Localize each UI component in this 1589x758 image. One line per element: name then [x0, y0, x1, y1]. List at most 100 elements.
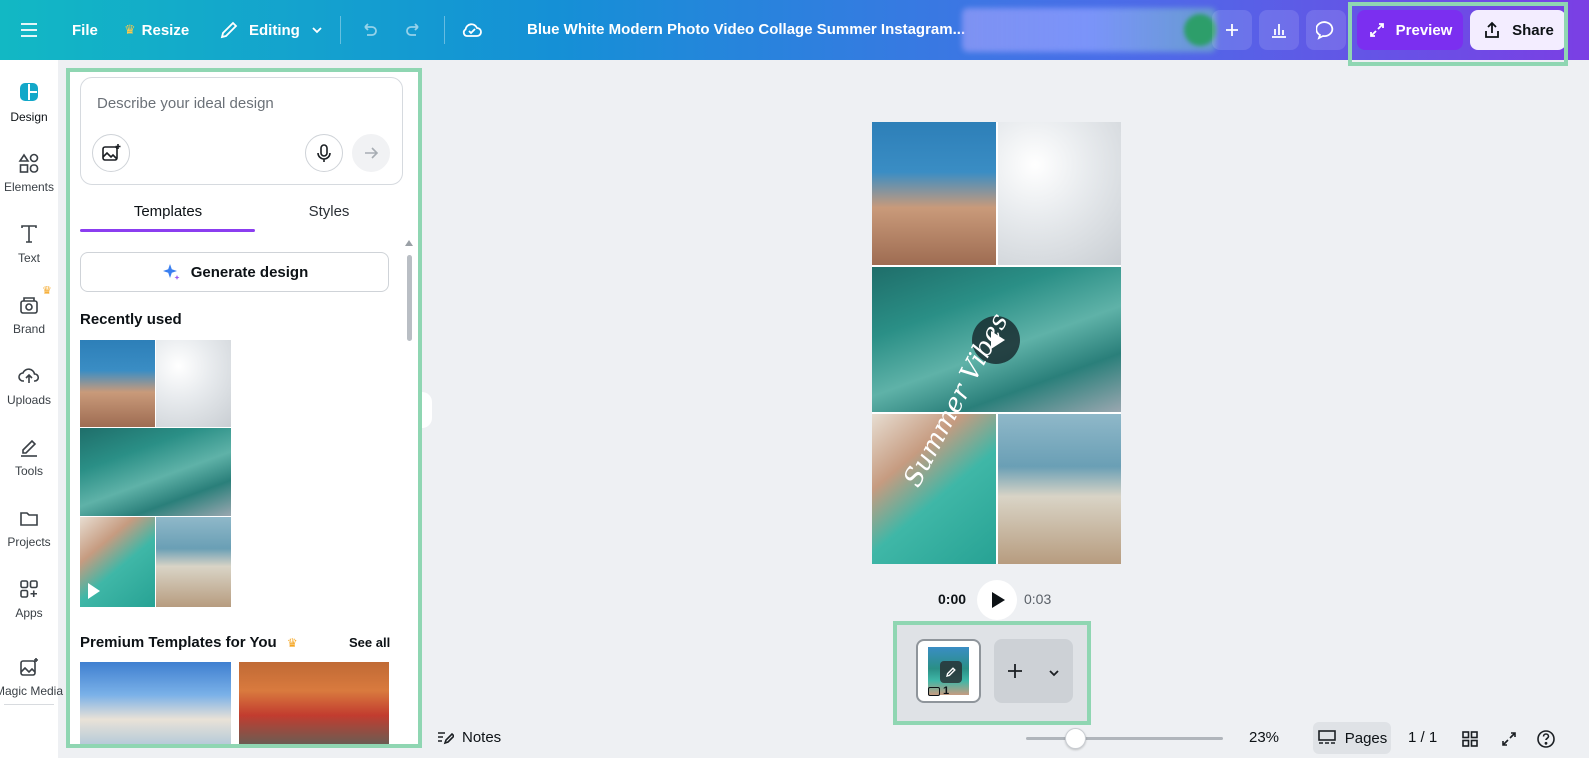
text-icon [21, 225, 37, 243]
zoom-slider-track[interactable] [1026, 737, 1223, 740]
thumb-photo-woman [80, 340, 155, 427]
current-time: 0:00 [938, 591, 967, 607]
video-play-icon [88, 583, 100, 599]
tools-icon [21, 439, 37, 457]
rail-item-elements[interactable]: Elements [0, 140, 58, 206]
pages-label: Pages [1344, 729, 1388, 747]
panel-collapse-handle[interactable] [414, 392, 432, 428]
premium-template-card[interactable] [239, 662, 389, 744]
insights-button[interactable] [1259, 10, 1299, 50]
thumb-photo-shells [156, 340, 231, 427]
prompt-placeholder: Describe your ideal design [97, 95, 274, 112]
page-number-badge: 1 [928, 685, 949, 697]
rail-item-projects[interactable]: Projects [0, 495, 58, 561]
save-status-button[interactable] [460, 0, 484, 60]
redo-icon [406, 23, 419, 36]
top-bar: File ♛ Resize Editing Blue White Modern … [0, 0, 1589, 60]
plus-icon [1007, 663, 1022, 678]
rail-item-apps[interactable]: Apps [0, 566, 58, 632]
menu-button[interactable] [18, 0, 40, 60]
elements-icon [18, 153, 39, 173]
add-page-button[interactable] [1006, 656, 1024, 687]
hamburger-icon [21, 23, 37, 37]
scroll-up-arrow[interactable] [405, 240, 413, 246]
rail-item-brand[interactable]: ♛ Brand [0, 282, 58, 348]
rail-label: Apps [15, 606, 43, 620]
premium-template-card[interactable] [80, 662, 231, 744]
recently-used-title: Recently used [80, 311, 182, 328]
edit-pencil-icon [940, 661, 962, 683]
thumb-photo-beach [156, 517, 231, 607]
rail-item-text[interactable]: Text [0, 211, 58, 277]
help-icon [1537, 730, 1555, 748]
crown-icon: ♛ [42, 285, 52, 297]
comment-icon [1316, 21, 1334, 40]
generate-design-label: Generate design [190, 263, 309, 281]
notes-button[interactable]: Notes [436, 728, 501, 746]
tab-styles[interactable]: Styles [244, 195, 414, 231]
design-title[interactable]: Blue White Modern Photo Video Collage Su… [527, 0, 965, 60]
notes-label: Notes [462, 728, 502, 746]
rail-item-magic-media[interactable]: Magic Media [0, 644, 63, 710]
zoom-slider-thumb[interactable] [1065, 728, 1086, 749]
thumb-photo-ocean [80, 428, 231, 516]
plus-icon [1226, 24, 1238, 36]
rail-item-uploads[interactable]: Uploads [0, 353, 58, 419]
add-collaborator-button[interactable] [1212, 10, 1252, 50]
design-prompt-box[interactable]: Describe your ideal design [80, 77, 403, 185]
recent-design-thumbnail[interactable] [80, 340, 231, 607]
canvas-photo-beach[interactable] [998, 414, 1121, 564]
microphone-icon [317, 144, 331, 162]
file-menu-button[interactable]: File [72, 0, 98, 60]
crown-icon: ♛ [286, 636, 298, 650]
microphone-button[interactable] [305, 134, 343, 172]
magic-media-icon [20, 658, 38, 676]
redo-button[interactable] [403, 0, 425, 60]
share-button[interactable]: Share [1470, 10, 1566, 50]
rail-label: Elements [3, 180, 55, 194]
canvas-photo-woman[interactable] [872, 122, 996, 265]
brand-icon [20, 297, 38, 314]
pages-button[interactable]: Pages [1313, 722, 1391, 754]
add-page-options-button[interactable] [1047, 656, 1061, 687]
rail-label: Tools [14, 464, 43, 478]
resize-button[interactable]: ♛ Resize [124, 0, 189, 60]
video-duration: 0:03 [1024, 591, 1052, 607]
comments-button[interactable] [1306, 10, 1346, 50]
video-icon [928, 686, 940, 696]
expand-icon [1502, 732, 1516, 746]
cloud-check-icon [462, 23, 482, 37]
see-all-link[interactable]: See all [349, 635, 390, 650]
help-button[interactable] [1535, 728, 1557, 750]
preview-label: Preview [1395, 21, 1453, 39]
active-tab-indicator [80, 229, 255, 232]
editing-label: Editing [249, 21, 300, 39]
preview-button[interactable]: Preview [1357, 10, 1463, 50]
rail-label: Text [17, 251, 40, 265]
send-prompt-button[interactable] [352, 134, 390, 172]
left-rail: Design Elements Text ♛ Brand Uploads Too… [0, 60, 63, 758]
page-thumbnail[interactable]: 1 [916, 639, 981, 703]
play-button[interactable] [977, 580, 1017, 620]
rail-label: Brand [12, 322, 46, 336]
generate-design-button[interactable]: Generate design [80, 252, 389, 292]
rail-label: Magic Media [0, 684, 64, 698]
zoom-level[interactable]: 23% [1249, 729, 1279, 746]
grid-view-button[interactable] [1459, 728, 1481, 750]
undo-button[interactable] [358, 0, 380, 60]
panel-scrollbar[interactable] [407, 255, 412, 341]
rail-label: Projects [7, 535, 51, 549]
add-image-button[interactable] [92, 134, 130, 172]
design-icon [20, 83, 38, 101]
canvas-photo-shells[interactable] [998, 122, 1121, 265]
rail-label: Design [10, 110, 48, 124]
editing-mode-button[interactable]: Editing [219, 0, 324, 60]
fullscreen-button[interactable] [1498, 728, 1520, 750]
share-label: Share [1512, 21, 1554, 39]
rail-item-design[interactable]: Design [0, 69, 58, 135]
resize-label: Resize [141, 21, 190, 39]
tab-templates[interactable]: Templates [83, 195, 253, 231]
toolbar-divider [444, 16, 445, 44]
rail-item-tools[interactable]: Tools [0, 424, 58, 490]
folder-icon [20, 512, 38, 526]
